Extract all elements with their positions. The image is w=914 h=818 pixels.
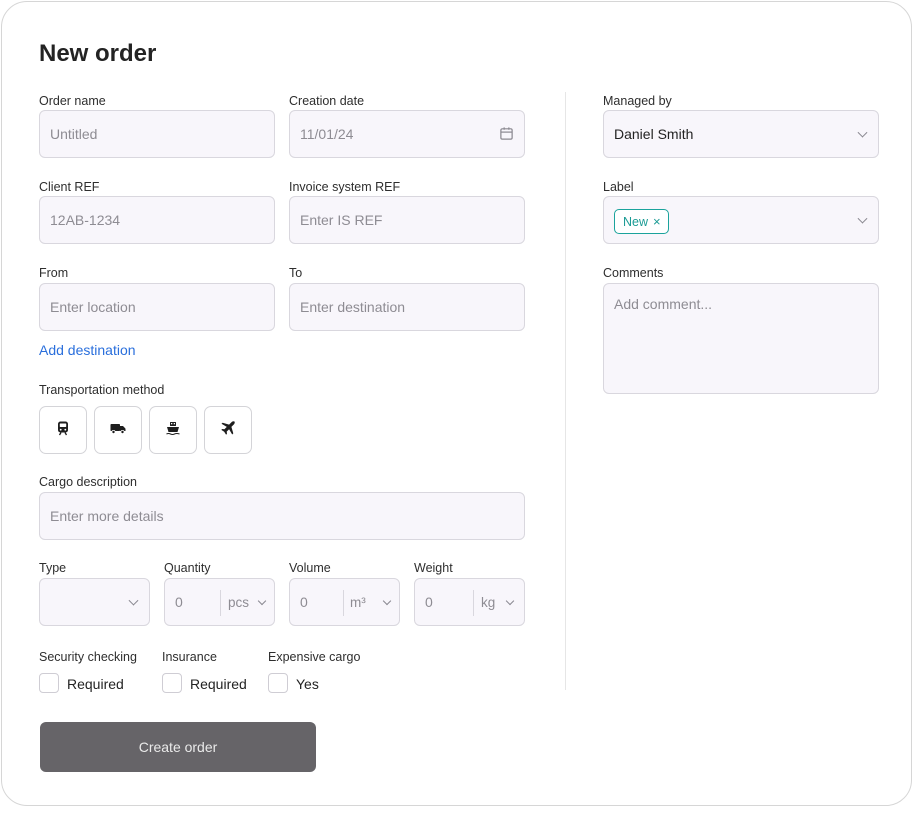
chevron-down-icon bbox=[128, 595, 139, 606]
order-name-field[interactable] bbox=[39, 110, 275, 158]
insurance-checkbox[interactable] bbox=[162, 673, 182, 693]
managed-by-select[interactable]: Daniel Smith bbox=[603, 110, 879, 158]
weight-divider bbox=[473, 590, 474, 616]
column-divider bbox=[565, 92, 566, 690]
cargo-field[interactable] bbox=[39, 492, 525, 540]
insurance-label: Insurance bbox=[162, 650, 217, 664]
from-input[interactable] bbox=[50, 299, 264, 315]
client-ref-label: Client REF bbox=[39, 180, 100, 194]
volume-divider bbox=[343, 590, 344, 616]
managed-by-label: Managed by bbox=[603, 94, 672, 108]
weight-label: Weight bbox=[414, 561, 453, 575]
weight-unit-select[interactable]: kg bbox=[481, 595, 495, 610]
volume-label: Volume bbox=[289, 561, 331, 575]
client-ref-field[interactable] bbox=[39, 196, 275, 244]
transport-plane-button[interactable] bbox=[204, 406, 252, 454]
order-form-card: New order Order name Creation date 11/01… bbox=[1, 1, 912, 806]
quantity-divider bbox=[220, 590, 221, 616]
quantity-unit-select[interactable]: pcs bbox=[228, 595, 249, 610]
type-select[interactable] bbox=[39, 578, 150, 626]
transport-truck-button[interactable] bbox=[94, 406, 142, 454]
comments-label: Comments bbox=[603, 266, 664, 280]
security-label: Security checking bbox=[39, 650, 137, 664]
volume-unit-select[interactable]: m³ bbox=[350, 595, 366, 610]
security-option-label: Required bbox=[67, 676, 124, 692]
security-checkbox[interactable] bbox=[39, 673, 59, 693]
to-field[interactable] bbox=[289, 283, 525, 331]
create-order-button[interactable]: Create order bbox=[40, 722, 316, 772]
transport-train-button[interactable] bbox=[39, 406, 87, 454]
label-tag-new: New × bbox=[614, 209, 669, 234]
truck-icon bbox=[110, 420, 126, 441]
order-name-input[interactable] bbox=[50, 126, 264, 142]
to-label: To bbox=[289, 266, 303, 280]
invoice-ref-label: Invoice system REF bbox=[289, 180, 401, 194]
from-field[interactable] bbox=[39, 283, 275, 331]
cargo-input[interactable] bbox=[50, 508, 514, 524]
insurance-option-label: Required bbox=[190, 676, 247, 692]
expensive-option-label: Yes bbox=[296, 676, 319, 692]
page-title: New order bbox=[39, 40, 157, 67]
plane-icon bbox=[220, 420, 236, 441]
managed-by-value: Daniel Smith bbox=[614, 126, 694, 142]
tag-text: New bbox=[623, 214, 649, 229]
from-label: From bbox=[39, 266, 69, 280]
client-ref-input[interactable] bbox=[50, 212, 264, 228]
close-icon[interactable]: × bbox=[653, 214, 661, 229]
type-label: Type bbox=[39, 561, 67, 575]
transport-label: Transportation method bbox=[39, 383, 165, 397]
chevron-down-icon bbox=[857, 127, 868, 138]
cargo-label: Cargo description bbox=[39, 475, 137, 489]
invoice-ref-field[interactable] bbox=[289, 196, 525, 244]
to-input[interactable] bbox=[300, 299, 514, 315]
volume-value: 0 bbox=[300, 594, 308, 610]
invoice-ref-input[interactable] bbox=[300, 212, 514, 228]
transport-ship-button[interactable] bbox=[149, 406, 197, 454]
label-field-label: Label bbox=[603, 180, 634, 194]
train-icon bbox=[55, 420, 71, 441]
comments-textarea[interactable] bbox=[614, 296, 868, 386]
quantity-value: 0 bbox=[175, 594, 183, 610]
chevron-down-icon bbox=[857, 213, 868, 224]
comments-field[interactable] bbox=[603, 283, 879, 394]
creation-date-field[interactable]: 11/01/24 bbox=[289, 110, 525, 158]
quantity-label: Quantity bbox=[164, 561, 211, 575]
expensive-label: Expensive cargo bbox=[268, 650, 361, 664]
creation-date-label: Creation date bbox=[289, 94, 365, 108]
creation-date-value: 11/01/24 bbox=[300, 126, 354, 142]
add-destination-link[interactable]: Add destination bbox=[39, 342, 136, 358]
order-name-label: Order name bbox=[39, 94, 106, 108]
weight-value: 0 bbox=[425, 594, 433, 610]
expensive-checkbox[interactable] bbox=[268, 673, 288, 693]
ship-icon bbox=[165, 420, 181, 441]
calendar-icon[interactable] bbox=[499, 126, 514, 144]
